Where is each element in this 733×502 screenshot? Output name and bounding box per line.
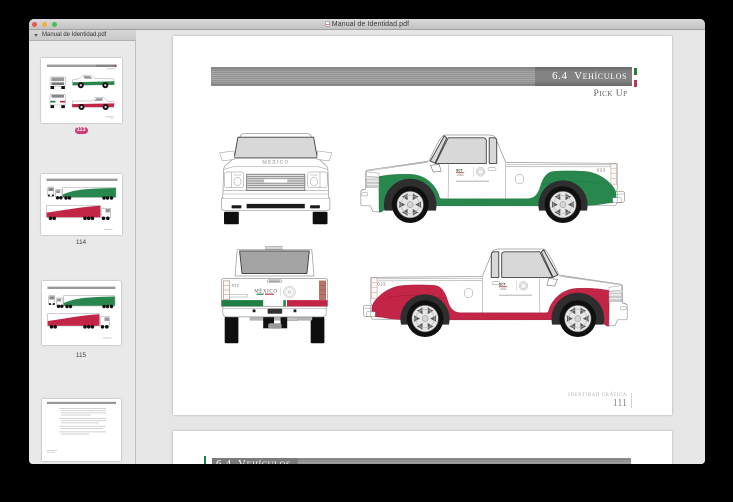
svg-text:MÉXICO: MÉXICO	[254, 289, 277, 295]
svg-text:023: 023	[597, 168, 606, 173]
svg-text:MEXICO: MEXICO	[262, 160, 289, 165]
svg-text:023: 023	[378, 282, 387, 287]
svg-text:023: 023	[232, 284, 239, 288]
